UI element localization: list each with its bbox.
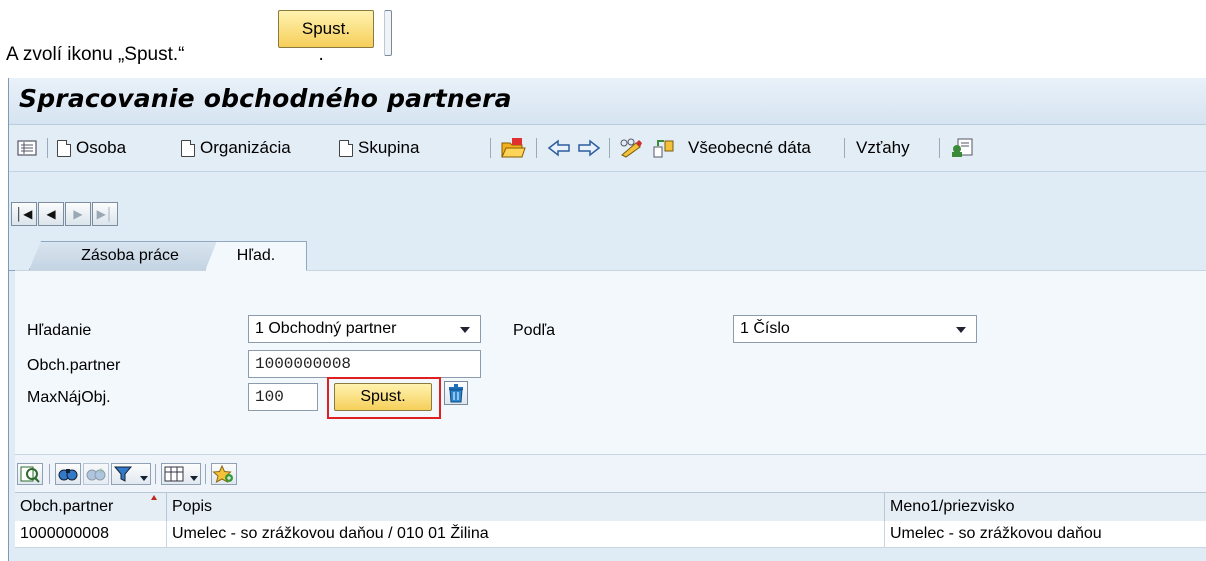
vztahy-button[interactable]: Vzťahy: [856, 125, 910, 171]
max-naj-obj-input[interactable]: 100: [248, 383, 318, 411]
cell-meno1: Umelec - so zrážkovou daňou: [890, 525, 1102, 542]
new-document-icon: [181, 139, 195, 157]
tab-zasoba-prace-label: Zásoba práce: [81, 247, 179, 264]
navigation-row: │◀ ◀ ▶ ▶│: [9, 172, 1206, 252]
results-table-header: Obch.partner Popis Meno1/priezvisko: [15, 492, 1206, 522]
podla-label: Podľa: [513, 322, 556, 339]
first-page-icon[interactable]: │◀: [11, 202, 37, 226]
tab-zasoba-prace[interactable]: Zásoba práce: [29, 241, 231, 270]
vseobecne-data-label: Všeobecné dáta: [688, 138, 811, 157]
column-header-meno1[interactable]: Meno1/priezvisko: [885, 493, 1206, 521]
details-icon[interactable]: [17, 463, 43, 485]
toolbar-separator: [609, 138, 610, 158]
toolbar-separator: [49, 464, 50, 484]
display-change-icon[interactable]: [618, 125, 644, 171]
spust-button[interactable]: Spust.: [334, 383, 432, 411]
max-naj-obj-label: MaxNájObj.: [27, 389, 111, 406]
tab-strip: Zásoba práce Hľad.: [9, 241, 1206, 271]
trash-icon[interactable]: [444, 381, 468, 405]
chevron-down-icon: [460, 327, 470, 333]
osoba-button[interactable]: Osoba: [57, 125, 126, 171]
caption-period: .: [318, 44, 324, 65]
forward-arrow-icon[interactable]: [577, 125, 601, 171]
list-icon[interactable]: [17, 125, 37, 171]
toolbar-separator: [536, 138, 537, 158]
column-header-obch-partner[interactable]: Obch.partner: [15, 493, 167, 521]
caption-button-edge: [384, 10, 392, 56]
column-header-obch-partner-label: Obch.partner: [20, 498, 114, 515]
hladanie-dropdown[interactable]: 1 Obchodný partner: [248, 315, 481, 343]
column-header-popis[interactable]: Popis: [167, 493, 885, 521]
cell-popis: Umelec - so zrážkovou daňou / 010 01 Žil…: [167, 521, 885, 547]
toolbar-separator: [844, 138, 845, 158]
toolbar-separator: [490, 138, 491, 158]
toolbar-separator: [155, 464, 156, 484]
obch-partner-input[interactable]: 1000000008: [248, 350, 481, 378]
hladanie-value: 1 Obchodný partner: [255, 320, 397, 337]
new-document-icon: [57, 139, 71, 157]
table-row[interactable]: 1000000008 Umelec - so zrážkovou daňou /…: [15, 521, 1206, 548]
cell-obch-partner: 1000000008: [15, 521, 167, 547]
toolbar-separator: [205, 464, 206, 484]
title-bar: Spracovanie obchodného partnera: [9, 78, 1206, 125]
filter-icon[interactable]: [111, 463, 151, 485]
add-favorite-icon[interactable]: [211, 463, 237, 485]
tab-hladanie[interactable]: Hľad.: [205, 241, 307, 271]
toolbar-separator: [47, 138, 48, 158]
vztahy-label: Vzťahy: [856, 138, 910, 157]
podla-value: 1 Číslo: [740, 320, 790, 337]
organizacia-button[interactable]: Organizácia: [181, 125, 291, 171]
vseobecne-data-button[interactable]: Všeobecné dáta: [688, 125, 811, 171]
max-naj-obj-value: 100: [255, 388, 284, 406]
grid-toolbar: +: [15, 454, 1206, 493]
window-title: Spracovanie obchodného partnera: [19, 84, 512, 113]
column-header-meno1-label: Meno1/priezvisko: [890, 498, 1015, 515]
find-next-icon[interactable]: +: [83, 463, 109, 485]
organizacia-label: Organizácia: [200, 138, 291, 157]
caption-text: A zvolí ikonu „Spust.“: [6, 44, 185, 65]
hladanie-label: Hľadanie: [27, 322, 92, 339]
svg-text:+: +: [98, 466, 104, 477]
column-header-popis-label: Popis: [172, 498, 213, 515]
chevron-down-icon: [956, 327, 966, 333]
tab-hladanie-label: Hľad.: [236, 247, 276, 264]
sap-window: Spracovanie obchodného partnera Osoba Or…: [8, 78, 1206, 561]
instruction-caption: A zvolí ikonu „Spust.“.: [6, 44, 324, 66]
toolbar-separator: [939, 138, 940, 158]
find-icon[interactable]: [55, 463, 81, 485]
partner-card-icon[interactable]: [950, 125, 974, 171]
caption-spust-button: Spust.: [278, 10, 374, 48]
last-page-icon[interactable]: ▶│: [92, 202, 118, 226]
sort-ascending-icon: [151, 495, 157, 500]
other-object-icon[interactable]: [652, 125, 676, 171]
application-toolbar: Osoba Organizácia Skupina Všeobecné dáta: [9, 125, 1206, 172]
skupina-button[interactable]: Skupina: [339, 125, 419, 171]
new-document-icon: [339, 139, 353, 157]
podla-dropdown[interactable]: 1 Číslo: [733, 315, 977, 343]
skupina-label: Skupina: [358, 138, 420, 157]
obch-partner-value: 1000000008: [255, 355, 352, 373]
layout-icon[interactable]: [161, 463, 201, 485]
search-panel: Hľadanie 1 Obchodný partner Podľa 1 Čísl…: [15, 270, 1206, 455]
open-folder-icon[interactable]: [500, 125, 526, 171]
back-arrow-icon[interactable]: [547, 125, 571, 171]
osoba-label: Osoba: [76, 138, 127, 157]
obch-partner-label: Obch.partner: [27, 357, 121, 374]
next-page-icon[interactable]: ▶: [65, 202, 91, 226]
previous-page-icon[interactable]: ◀: [38, 202, 64, 226]
